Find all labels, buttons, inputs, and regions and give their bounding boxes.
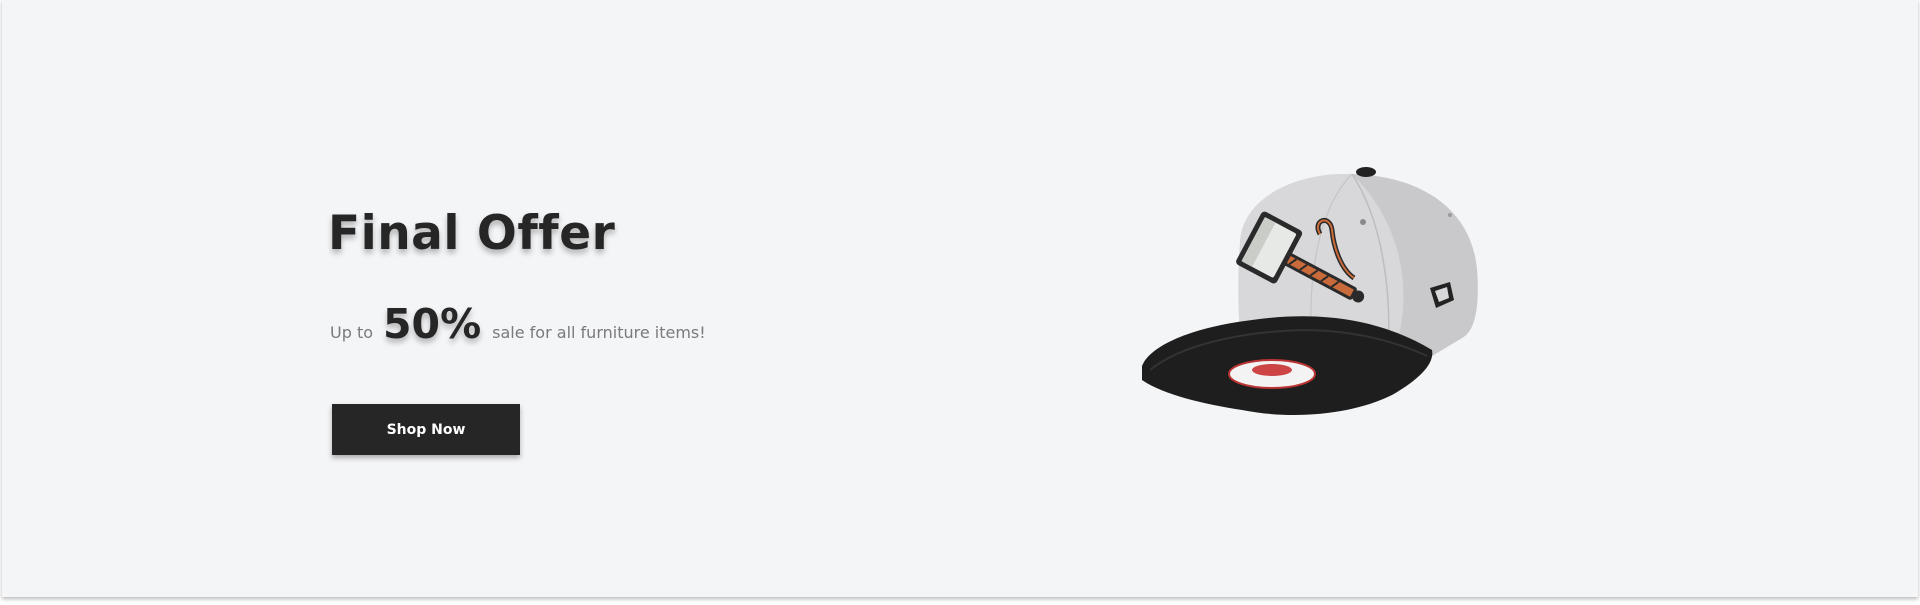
discount-value: 50%: [383, 300, 482, 348]
offer-suffix: sale for all furniture items!: [492, 323, 706, 342]
offer-line: Up to 50% sale for all furniture items!: [330, 300, 706, 348]
hero-title: Final Offer: [328, 206, 616, 261]
offer-prefix: Up to: [330, 323, 374, 342]
baseball-cap-image: [1142, 167, 1478, 415]
hero-banner: Final Offer Up to 50% sale for all furni…: [2, 0, 1918, 597]
shop-now-button[interactable]: Shop Now: [332, 404, 520, 455]
